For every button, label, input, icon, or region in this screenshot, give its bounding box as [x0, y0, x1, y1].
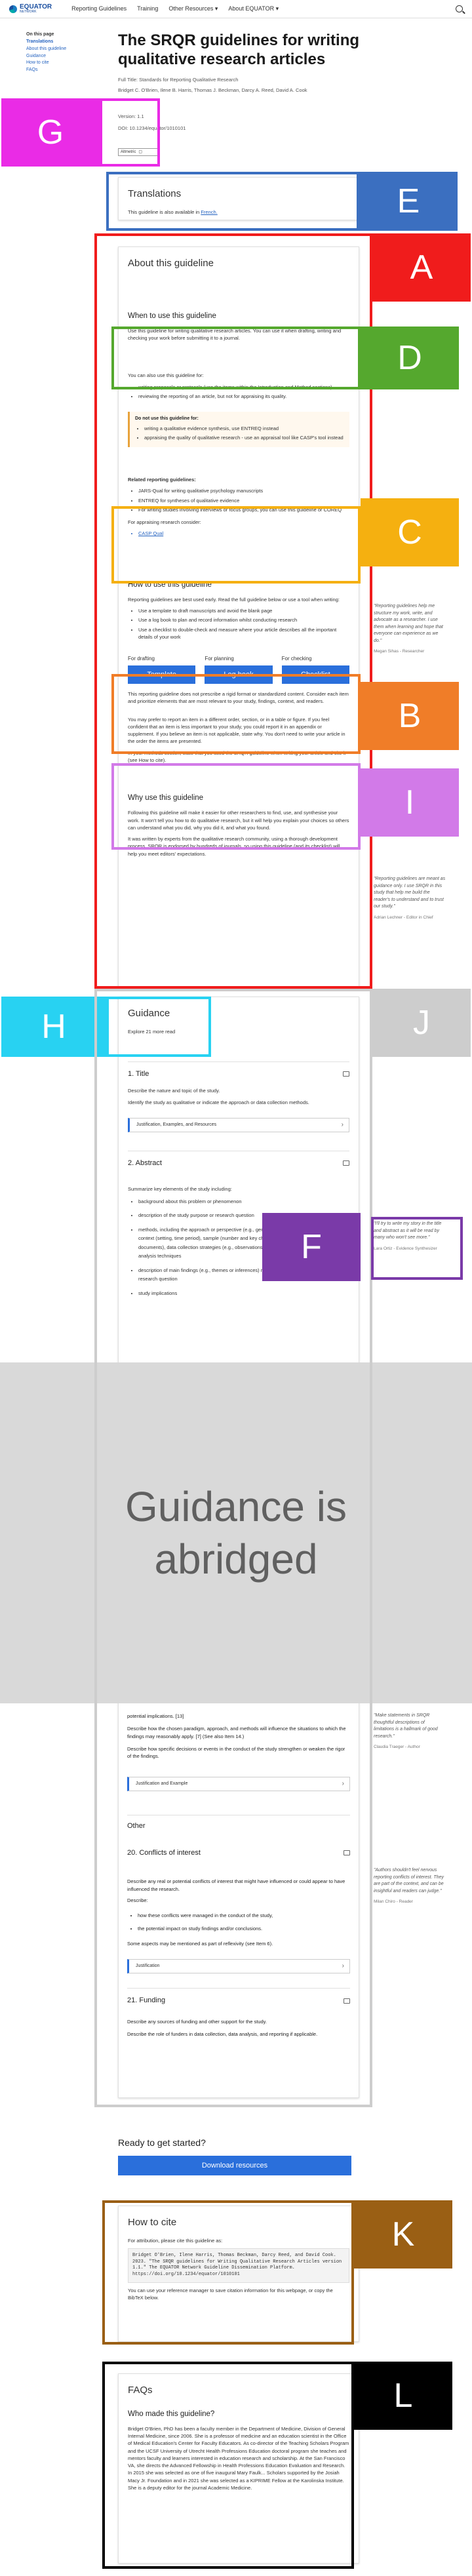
ready-title: Ready to get started?	[118, 2137, 206, 2148]
nav-item-reporting-guidelines[interactable]: Reporting Guidelines	[71, 5, 127, 14]
region-box-j	[94, 989, 372, 2107]
label-f: F	[262, 1213, 361, 1281]
toc-title: On this page	[26, 32, 54, 37]
equator-logo-icon	[9, 5, 17, 13]
side-quote-1: "Reporting guidelines help me structure …	[374, 603, 446, 655]
label-l: L	[354, 2362, 452, 2430]
label-h: H	[1, 997, 106, 1057]
quote-attribution: Claudia Traeger - Author	[374, 1745, 420, 1749]
quote-attribution: Adrian Lechner - Editor in Chief	[374, 915, 433, 920]
search-icon[interactable]	[456, 5, 463, 12]
region-box-b	[111, 674, 361, 754]
quote-text: "Reporting guidelines are meant as guida…	[374, 877, 446, 909]
nav-item-about[interactable]: About EQUATOR ▾	[228, 5, 279, 14]
label-e: E	[359, 172, 458, 231]
label-j: J	[372, 989, 471, 1057]
label-k: K	[354, 2200, 452, 2269]
side-quote-implications: "Make statements in SRQR thoughtful desc…	[374, 1713, 446, 1751]
label-a: A	[372, 233, 471, 302]
side-quote-coi: "Authors shouldn't feel nervous reportin…	[374, 1867, 446, 1905]
page-title: The SRQR guidelines for writing qualitat…	[118, 31, 360, 68]
toc-item-translations[interactable]: Translations	[26, 39, 98, 46]
label-d: D	[361, 327, 459, 389]
region-box-i	[111, 763, 361, 850]
side-quote-2: "Reporting guidelines are meant as guida…	[374, 876, 446, 921]
region-box-e	[106, 172, 359, 231]
quote-text: "Reporting guidelines help me structure …	[374, 604, 443, 643]
toc-item-how-to-cite[interactable]: How to cite	[26, 60, 98, 67]
equator-logo[interactable]: EQUATOR NETWORK	[9, 4, 52, 14]
label-g: G	[1, 98, 100, 167]
full-title: Full Title: Standards for Reporting Qual…	[118, 77, 239, 83]
authors: Bridget C. O'Brien, Ilene B. Harris, Tho…	[118, 87, 307, 93]
on-this-page-nav: On this page Translations About this gui…	[26, 31, 98, 74]
logo-subtext: NETWORK	[20, 10, 37, 14]
quote-text: "Make statements in SRQR thoughtful desc…	[374, 1713, 438, 1739]
region-box-f	[371, 1217, 463, 1280]
top-navigation: EQUATOR NETWORK Reporting Guidelines Tra…	[0, 0, 472, 18]
region-box-d	[111, 327, 361, 389]
toc-item-faqs[interactable]: FAQs	[26, 67, 98, 74]
download-resources-button[interactable]: Download resources	[118, 2156, 351, 2175]
nav-menu: Reporting Guidelines Training Other Reso…	[71, 5, 279, 14]
nav-item-training[interactable]: Training	[137, 5, 158, 14]
nav-item-other-resources[interactable]: Other Resources ▾	[168, 5, 218, 14]
region-box-l	[102, 2362, 354, 2569]
region-box-k	[102, 2200, 354, 2345]
label-b: B	[361, 682, 459, 750]
quote-attribution: Megan Sihas - Researcher	[374, 649, 425, 654]
toc-item-about[interactable]: About this guideline	[26, 46, 98, 53]
label-c: C	[361, 498, 459, 566]
quote-attribution: Milan Chiro - Reader	[374, 1899, 413, 1904]
label-i: I	[361, 768, 459, 837]
toc-item-guidance[interactable]: Guidance	[26, 53, 98, 60]
quote-text: "Authors shouldn't feel nervous reportin…	[374, 1868, 444, 1893]
region-box-c	[111, 506, 361, 584]
region-box-g	[100, 98, 160, 167]
